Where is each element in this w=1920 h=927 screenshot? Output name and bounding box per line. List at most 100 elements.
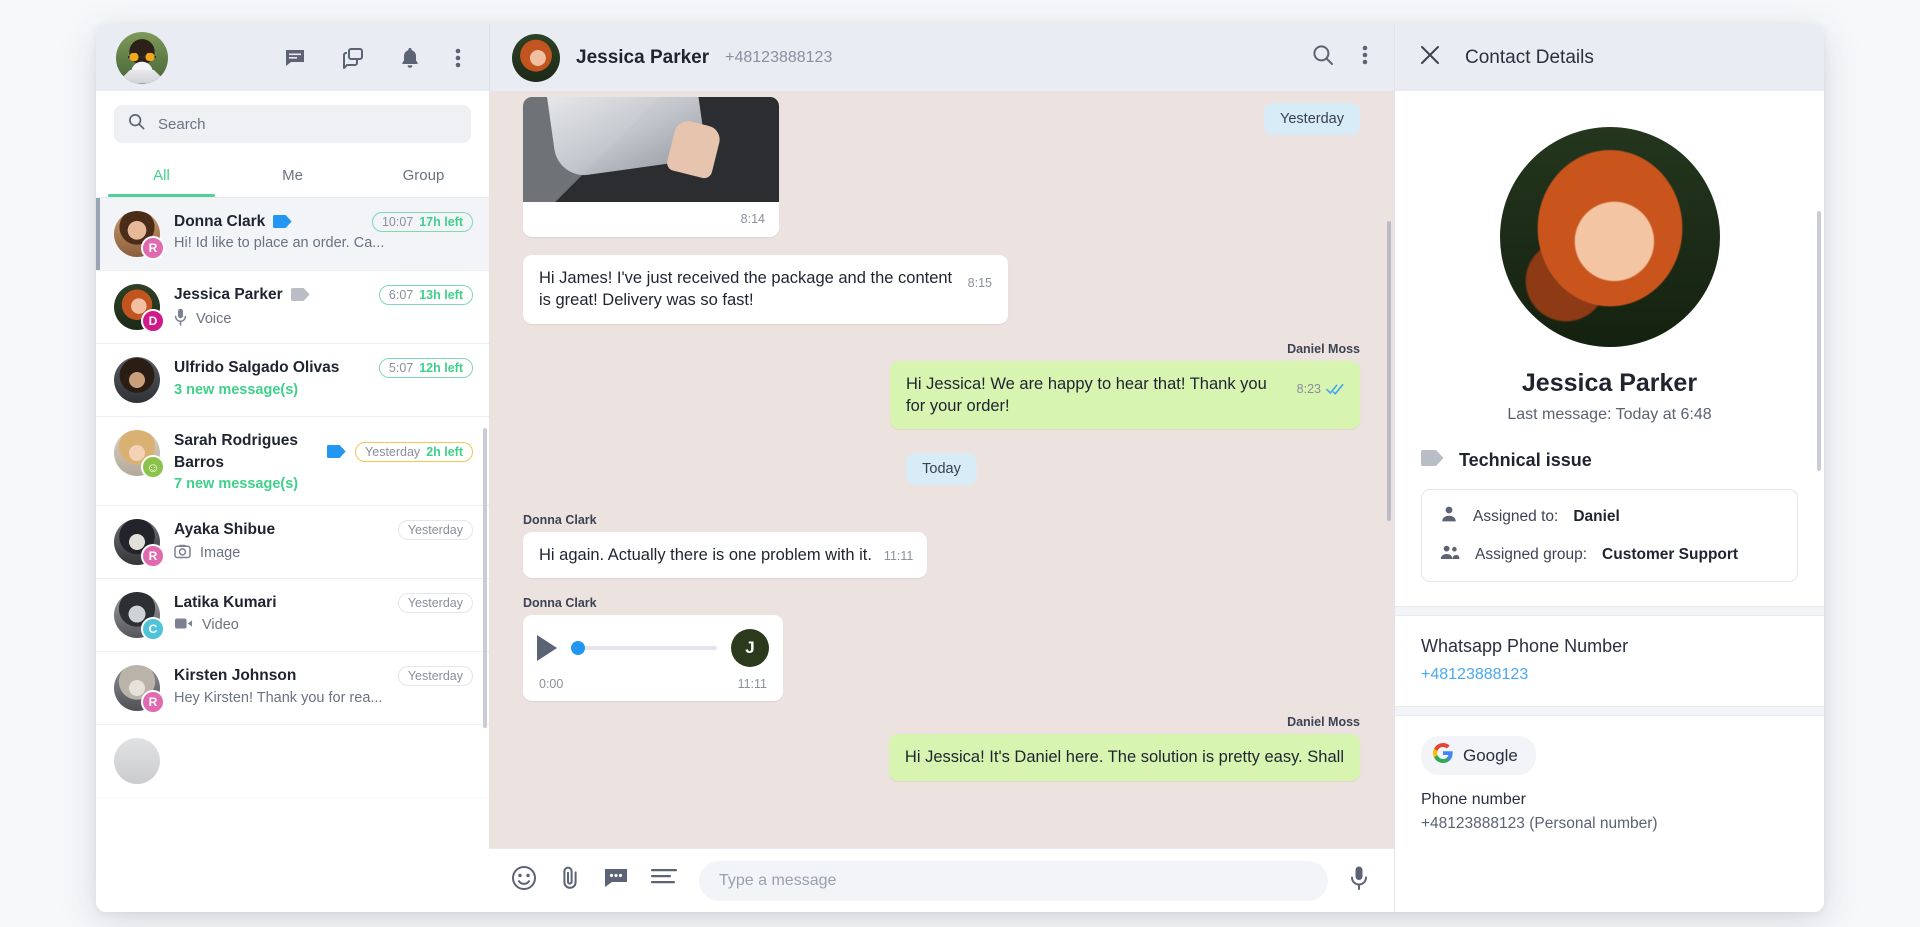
play-icon[interactable] (537, 635, 557, 662)
details-title: Contact Details (1465, 46, 1594, 68)
list-item[interactable]: R Ayaka Shibue Yesterday Image (96, 506, 489, 580)
tab-all[interactable]: All (96, 157, 227, 197)
list-item[interactable]: R Donna Clark 10:07 17h left Hi! Id like… (96, 198, 489, 271)
avatar[interactable] (116, 31, 168, 84)
mic-icon[interactable] (1350, 865, 1368, 896)
voice-message-player[interactable]: J 0:00 11:11 (523, 615, 783, 702)
chat-icon[interactable] (283, 46, 307, 70)
timestamp: 8:14 (740, 212, 765, 226)
section-divider (1395, 606, 1824, 616)
message-text: Hi Jessica! We are happy to hear that! T… (906, 374, 1267, 415)
status-badge: R (141, 236, 165, 260)
list-item[interactable]: ☺ Sarah Rodrigues Barros Yesterday 2h le… (96, 417, 489, 507)
message-bubble-incoming[interactable]: Hi again. Actually there is one problem … (523, 532, 928, 579)
more-vertical-icon[interactable] (1362, 43, 1368, 72)
message-list: 8:14 Yesterday 8:15 Hi James! I've just … (489, 91, 1394, 797)
contact-tag-row[interactable]: Technical issue (1395, 424, 1824, 471)
list-item-header: Ulfrido Salgado Olivas 5:07 12h left (174, 357, 473, 379)
assigned-to-row[interactable]: Assigned to: Daniel (1440, 505, 1779, 528)
message-preview: 7 new message(s) (174, 476, 299, 493)
timestamp: 10:07 (381, 214, 414, 229)
mic-icon (174, 308, 187, 330)
close-icon[interactable] (1419, 44, 1441, 71)
time-left: 17h left (419, 214, 463, 229)
avatar (114, 357, 160, 404)
avatar: ☺ (114, 430, 165, 480)
list-item-header: Latika Kumari Yesterday (174, 592, 473, 613)
avatar: R (114, 665, 165, 715)
list-item-header: Jessica Parker 6:07 13h left (174, 284, 473, 305)
message-preview-row: Video (174, 617, 473, 634)
timestamp: 5:07 (388, 361, 414, 376)
list-item[interactable]: Ulfrido Salgado Olivas 5:07 12h left 3 n… (96, 344, 489, 418)
message-preview: Video (202, 617, 239, 633)
quick-reply-icon[interactable] (603, 867, 629, 894)
message-text: Hi James! I've just received the package… (539, 269, 953, 310)
chat-header: Jessica Parker +48123888123 (489, 24, 1394, 91)
person-icon (1440, 505, 1458, 528)
phone-number-link[interactable]: +48123888123 (1421, 666, 1798, 684)
google-phone-row[interactable]: +48123888123 (Personal number) (1395, 809, 1824, 833)
message-column: Donna Clark Hi again. Actually there is … (523, 513, 928, 582)
contact-name: Jessica Parker (1521, 369, 1698, 397)
messenger-app-window: All Me Group R Donna Clark 10 (96, 24, 1824, 912)
list-item-body: Latika Kumari Yesterday Video (174, 592, 473, 633)
bell-icon[interactable] (399, 46, 421, 70)
message-area[interactable]: 8:14 Yesterday 8:15 Hi James! I've just … (489, 91, 1394, 848)
avatar: C (114, 592, 165, 642)
attachment-icon[interactable] (559, 865, 581, 896)
chat-list[interactable]: R Donna Clark 10:07 17h left Hi! Id like… (96, 198, 489, 912)
message-bubble-outgoing[interactable]: 8:23 Hi Jessica! We are happy to hear th… (890, 360, 1360, 430)
template-icon[interactable] (651, 868, 677, 893)
audio-meta: 0:00 11:11 (537, 677, 769, 691)
list-item-body: Sarah Rodrigues Barros Yesterday 2h left… (174, 430, 473, 492)
list-item[interactable]: R Kirsten Johnson Yesterday Hey Kirsten!… (96, 652, 489, 726)
google-icon (1433, 743, 1453, 768)
message-bubble-outgoing[interactable]: Hi Jessica! It's Daniel here. The soluti… (888, 734, 1360, 781)
message-input-field[interactable] (699, 860, 1328, 901)
double-check-icon (1326, 383, 1344, 395)
message-status: 8:23 (1297, 381, 1344, 398)
avatar[interactable] (512, 33, 560, 82)
assigned-group-label: Assigned group: (1475, 545, 1588, 563)
message-input[interactable] (719, 871, 1308, 890)
message-preview-row: Voice (174, 308, 473, 330)
details-scrollbar[interactable] (1817, 211, 1821, 471)
google-integration-chip[interactable]: Google (1421, 736, 1536, 775)
more-vertical-icon[interactable] (455, 46, 461, 70)
message-preview-row: Image (174, 544, 473, 563)
audio-controls: J (537, 629, 769, 668)
tab-me[interactable]: Me (227, 157, 358, 197)
emoji-icon[interactable] (511, 865, 537, 896)
copy-icon[interactable] (341, 46, 365, 70)
contact-details-panel: Contact Details Jessica Parker Last mess… (1394, 24, 1824, 912)
list-item[interactable] (96, 725, 489, 799)
search-icon[interactable] (1312, 44, 1334, 71)
message-bubble-incoming[interactable]: 8:15 Hi James! I've just received the pa… (523, 255, 1008, 324)
details-header: Contact Details (1395, 24, 1824, 91)
list-item-header: Kirsten Johnson Yesterday (174, 665, 473, 686)
audio-progress-slider[interactable] (571, 641, 717, 656)
contact-name: Ulfrido Salgado Olivas (174, 359, 340, 377)
phone-section: Whatsapp Phone Number +48123888123 (1395, 616, 1824, 684)
list-item[interactable]: C Latika Kumari Yesterday Video (96, 579, 489, 653)
sidebar-scrollbar[interactable] (483, 428, 487, 728)
message-text: Hi again. Actually there is one problem … (539, 546, 872, 565)
image-message-bubble[interactable]: 8:14 (523, 97, 779, 237)
search-input[interactable] (158, 115, 457, 133)
date-divider: Yesterday (1264, 103, 1360, 135)
list-item[interactable]: D Jessica Parker 6:07 13h left Voice (96, 271, 489, 345)
message-text-wrap: 8:23 Hi Jessica! We are happy to hear th… (890, 361, 1360, 430)
message-preview: Hi! Id like to place an order. Ca... (174, 235, 385, 252)
avatar (114, 738, 160, 785)
search-bar[interactable] (114, 105, 471, 143)
google-phone-note: (Personal number) (1529, 815, 1658, 832)
tab-group[interactable]: Group (358, 157, 489, 197)
audio-progress-knob[interactable] (571, 641, 585, 656)
details-body[interactable]: Jessica Parker Last message: Today at 6:… (1395, 91, 1824, 912)
chat-header-actions (1312, 43, 1368, 72)
assigned-group-row[interactable]: Assigned group: Customer Support (1440, 543, 1779, 566)
tag-icon (273, 215, 293, 229)
last-message-time: Last message: Today at 6:48 (1507, 406, 1712, 423)
chat-scrollbar[interactable] (1387, 221, 1391, 521)
